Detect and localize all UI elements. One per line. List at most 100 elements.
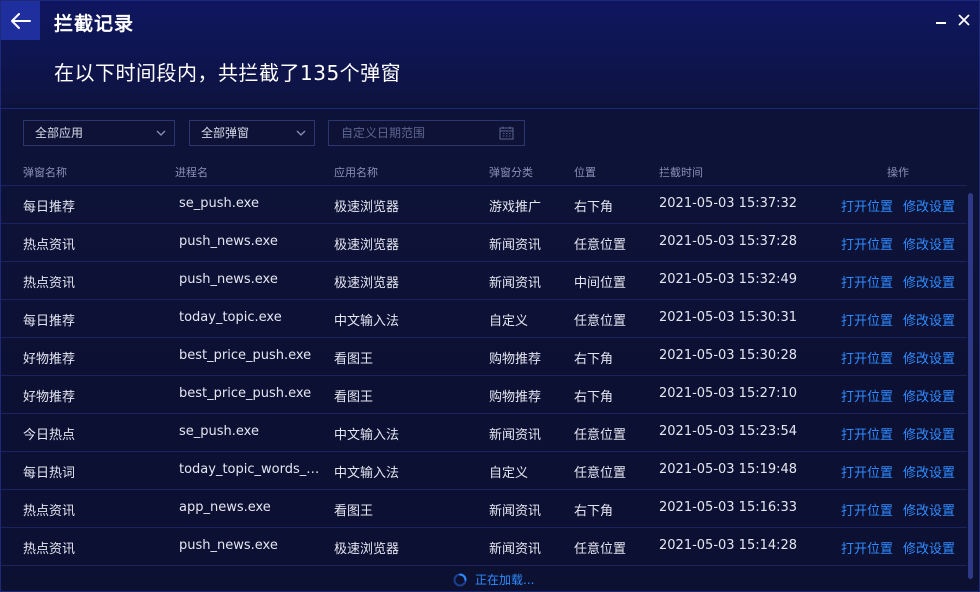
edit-settings-link[interactable]: 修改设置 bbox=[903, 234, 955, 253]
close-button[interactable] bbox=[955, 10, 973, 30]
table-row[interactable]: 每日推荐 se_push.exe 极速浏览器 游戏推广 右下角 2021-05-03 15… bbox=[1, 185, 967, 223]
process-cell: push_news.exe bbox=[179, 272, 278, 287]
minimize-button[interactable] bbox=[932, 10, 950, 30]
page-title: 拦截记录 bbox=[54, 13, 135, 35]
open-location-link[interactable]: 打开位置 bbox=[841, 348, 893, 367]
open-location-link[interactable]: 打开位置 bbox=[841, 500, 893, 519]
intercept-time-cell: 2021-05-03 15:19:48 bbox=[659, 462, 798, 477]
app-name-cell: 中文输入法 bbox=[334, 466, 400, 481]
app-name-cell: 中文输入法 bbox=[334, 314, 400, 329]
popup-filter-select[interactable]: 全部弹窗 bbox=[189, 120, 315, 146]
popup-name-cell: 每日推荐 bbox=[23, 200, 76, 215]
open-location-link[interactable]: 打开位置 bbox=[841, 310, 893, 329]
popup-name-cell: 今日热点 bbox=[23, 428, 76, 443]
app-filter-select[interactable]: 全部应用 bbox=[23, 120, 175, 146]
minimize-icon bbox=[936, 22, 946, 24]
open-location-link[interactable]: 打开位置 bbox=[841, 196, 893, 215]
edit-settings-link[interactable]: 修改设置 bbox=[903, 196, 955, 215]
position-cell: 右下角 bbox=[574, 504, 614, 519]
intercept-summary: 在以下时间段内，共拦截了135个弹窗 bbox=[54, 61, 402, 85]
edit-settings-link[interactable]: 修改设置 bbox=[903, 424, 955, 443]
table-row[interactable]: 每日推荐 today_topic.exe 中文输入法 自定义 任意位置 2021-05-0… bbox=[1, 299, 967, 337]
position-cell: 右下角 bbox=[574, 390, 614, 405]
date-range-placeholder: 自定义日期范围 bbox=[341, 126, 426, 140]
scrollbar-thumb[interactable] bbox=[968, 193, 973, 579]
position-cell: 任意位置 bbox=[574, 542, 627, 557]
table-row[interactable]: 热点资讯 app_news.exe 看图王 新闻资讯 右下角 2021-05-03 15:… bbox=[1, 489, 967, 527]
edit-settings-link[interactable]: 修改设置 bbox=[903, 538, 955, 557]
process-cell: se_push.exe bbox=[179, 424, 259, 439]
process-cell: best_price_push.exe bbox=[179, 386, 312, 401]
table-header: 弹窗名称 进程名 应用名称 弹窗分类 位置 拦截时间 操作 bbox=[1, 156, 967, 185]
open-location-link[interactable]: 打开位置 bbox=[841, 234, 893, 253]
intercept-time-cell: 2021-05-03 15:14:28 bbox=[659, 538, 798, 553]
app-name-cell: 看图王 bbox=[334, 504, 374, 519]
category-cell: 游戏推广 bbox=[489, 200, 542, 215]
edit-settings-link[interactable]: 修改设置 bbox=[903, 386, 955, 405]
table-row[interactable]: 热点资讯 push_news.exe 极速浏览器 新闻资讯 任意位置 2021-05-03… bbox=[1, 527, 967, 565]
position-cell: 右下角 bbox=[574, 200, 614, 215]
table-row[interactable]: 今日热点 se_push.exe 中文输入法 新闻资讯 任意位置 2021-05-03 1… bbox=[1, 413, 967, 451]
position-cell: 任意位置 bbox=[574, 238, 627, 253]
edit-settings-link[interactable]: 修改设置 bbox=[903, 348, 955, 367]
process-cell: today_topic_words_pu... bbox=[179, 462, 324, 477]
intercept-time-cell: 2021-05-03 15:16:33 bbox=[659, 500, 798, 515]
app-name-cell: 极速浏览器 bbox=[334, 276, 400, 291]
process-cell: se_push.exe bbox=[179, 196, 259, 211]
position-cell: 任意位置 bbox=[574, 314, 627, 329]
col-header-position: 位置 bbox=[574, 166, 596, 179]
loading-indicator: 正在加载... bbox=[453, 571, 534, 588]
app-name-cell: 极速浏览器 bbox=[334, 238, 400, 253]
intercept-time-cell: 2021-05-03 15:23:54 bbox=[659, 424, 798, 439]
process-cell: push_news.exe bbox=[179, 538, 278, 553]
table-row[interactable]: 好物推荐 best_price_push.exe 看图王 购物推荐 右下角 2021-05… bbox=[1, 375, 967, 413]
category-cell: 新闻资讯 bbox=[489, 238, 542, 253]
table-row[interactable]: 热点资讯 push_news.exe 极速浏览器 新闻资讯 任意位置 2021-05-03… bbox=[1, 223, 967, 261]
process-cell: today_topic.exe bbox=[179, 310, 282, 325]
table-row[interactable]: 每日热词 today_topic_words_pu... 中文输入法 自定义 任意位置 2… bbox=[1, 451, 967, 489]
category-cell: 新闻资讯 bbox=[489, 428, 542, 443]
edit-settings-link[interactable]: 修改设置 bbox=[903, 462, 955, 481]
edit-settings-link[interactable]: 修改设置 bbox=[903, 272, 955, 291]
app-name-cell: 中文输入法 bbox=[334, 428, 400, 443]
category-cell: 新闻资讯 bbox=[489, 276, 542, 291]
open-location-link[interactable]: 打开位置 bbox=[841, 424, 893, 443]
open-location-link[interactable]: 打开位置 bbox=[841, 538, 893, 557]
open-location-link[interactable]: 打开位置 bbox=[841, 462, 893, 481]
category-cell: 购物推荐 bbox=[489, 390, 542, 405]
category-cell: 新闻资讯 bbox=[489, 504, 542, 519]
process-cell: app_news.exe bbox=[179, 500, 271, 515]
edit-settings-link[interactable]: 修改设置 bbox=[903, 310, 955, 329]
app-name-cell: 看图王 bbox=[334, 352, 374, 367]
app-name-cell: 极速浏览器 bbox=[334, 542, 400, 557]
back-button[interactable] bbox=[1, 1, 40, 40]
table-row[interactable]: 好物推荐 best_price_push.exe 看图王 购物推荐 右下角 2021-05… bbox=[1, 337, 967, 375]
popup-name-cell: 热点资讯 bbox=[23, 238, 76, 253]
calendar-icon[interactable] bbox=[499, 126, 514, 140]
intercept-time-cell: 2021-05-03 15:27:10 bbox=[659, 386, 798, 401]
open-location-link[interactable]: 打开位置 bbox=[841, 272, 893, 291]
category-cell: 购物推荐 bbox=[489, 352, 542, 367]
open-location-link[interactable]: 打开位置 bbox=[841, 386, 893, 405]
popup-name-cell: 好物推荐 bbox=[23, 390, 76, 405]
col-header-process: 进程名 bbox=[175, 166, 208, 179]
popup-name-cell: 热点资讯 bbox=[23, 276, 76, 291]
back-arrow-icon bbox=[10, 12, 31, 29]
popup-name-cell: 每日热词 bbox=[23, 466, 76, 481]
edit-settings-link[interactable]: 修改设置 bbox=[903, 500, 955, 519]
category-cell: 新闻资讯 bbox=[489, 542, 542, 557]
date-range-input[interactable]: 自定义日期范围 bbox=[328, 120, 525, 146]
intercept-time-cell: 2021-05-03 15:37:28 bbox=[659, 234, 798, 249]
col-header-time: 拦截时间 bbox=[659, 166, 703, 179]
popup-name-cell: 好物推荐 bbox=[23, 352, 76, 367]
col-header-app: 应用名称 bbox=[334, 166, 378, 179]
position-cell: 中间位置 bbox=[574, 276, 627, 291]
app-name-cell: 看图王 bbox=[334, 390, 374, 405]
table-row[interactable]: 热点资讯 push_news.exe 极速浏览器 新闻资讯 中间位置 2021-05-03… bbox=[1, 261, 967, 299]
intercept-time-cell: 2021-05-03 15:30:28 bbox=[659, 348, 798, 363]
spinner-icon bbox=[453, 573, 467, 586]
chevron-down-icon bbox=[156, 130, 166, 136]
loading-text: 正在加载... bbox=[475, 573, 535, 587]
intercept-time-cell: 2021-05-03 15:32:49 bbox=[659, 272, 798, 287]
category-cell: 自定义 bbox=[489, 466, 529, 481]
